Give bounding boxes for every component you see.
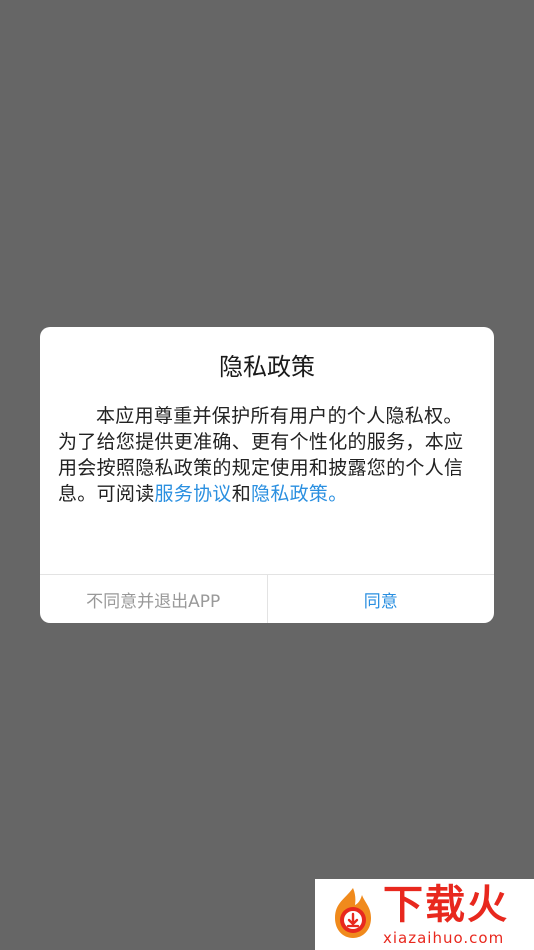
watermark-title: 下载火 xyxy=(383,882,509,928)
agree-button[interactable]: 同意 xyxy=(268,575,495,623)
privacy-policy-link[interactable]: 隐私政策。 xyxy=(251,483,348,505)
watermark-url: xiazaihuo.com xyxy=(383,929,505,947)
decline-exit-button[interactable]: 不同意并退出APP xyxy=(40,575,268,623)
dialog-title: 隐私政策 xyxy=(219,353,315,381)
watermark: 下载火 xiazaihuo.com xyxy=(315,879,534,950)
service-agreement-link[interactable]: 服务协议 xyxy=(155,483,232,505)
privacy-policy-dialog: 隐私政策 本应用尊重并保护所有用户的个人隐私权。为了给您提供更准确、更有个性化的… xyxy=(40,327,494,623)
flame-download-icon xyxy=(335,888,371,938)
dialog-button-bar: 不同意并退出APP 同意 xyxy=(40,574,494,623)
dialog-body: 本应用尊重并保护所有用户的个人隐私权。为了给您提供更准确、更有个性化的服务，本应… xyxy=(58,403,478,507)
conjunction-text: 和 xyxy=(231,483,252,505)
